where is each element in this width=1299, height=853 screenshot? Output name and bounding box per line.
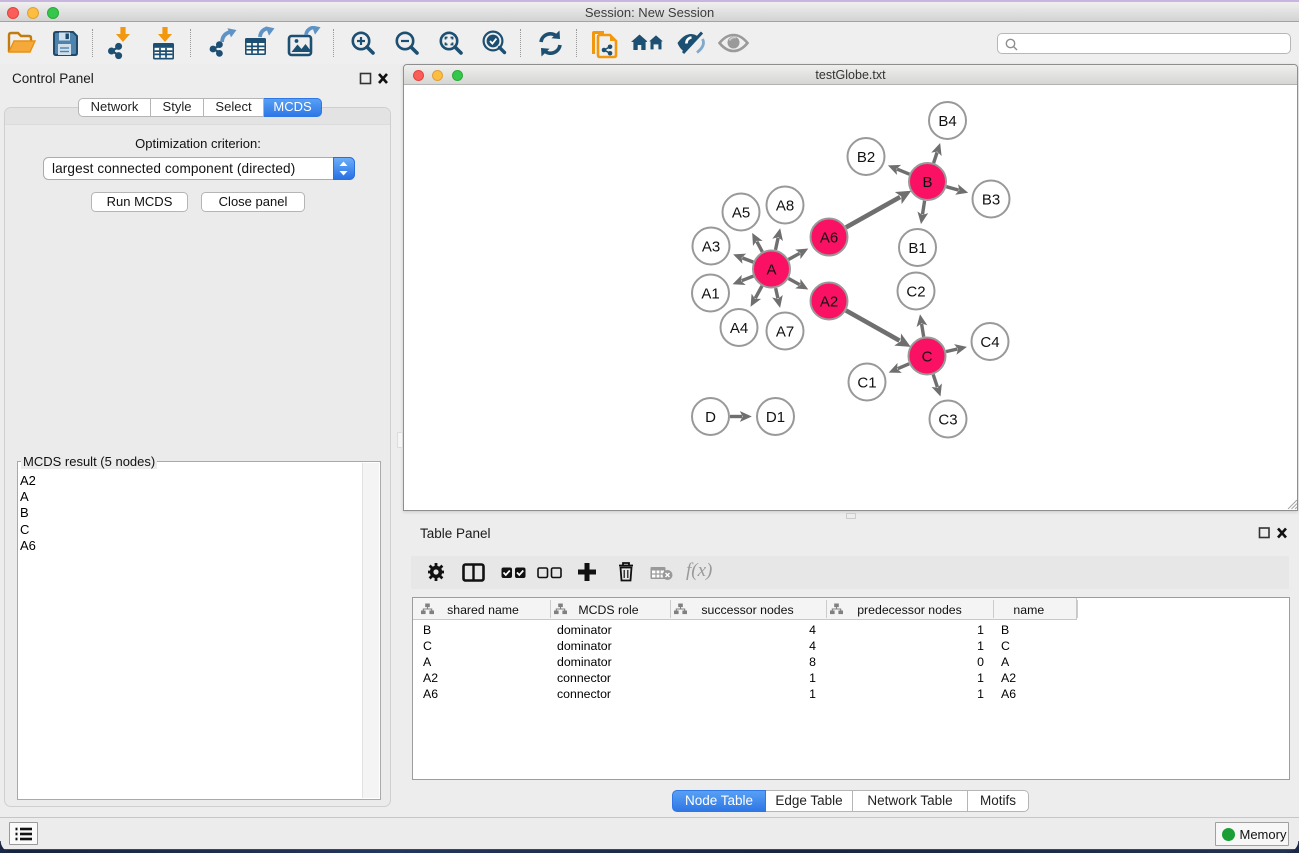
svg-text:D1: D1 bbox=[766, 409, 785, 426]
svg-text:B1: B1 bbox=[908, 240, 926, 257]
svg-text:A5: A5 bbox=[732, 204, 750, 221]
svg-text:C3: C3 bbox=[938, 411, 957, 428]
svg-text:A: A bbox=[766, 261, 776, 278]
svg-text:A2: A2 bbox=[820, 293, 838, 310]
svg-text:B3: B3 bbox=[982, 191, 1000, 208]
svg-text:A7: A7 bbox=[776, 323, 794, 340]
svg-text:B4: B4 bbox=[938, 113, 956, 130]
svg-text:D: D bbox=[705, 409, 716, 426]
svg-text:B: B bbox=[922, 174, 932, 191]
svg-text:C1: C1 bbox=[857, 374, 876, 391]
svg-text:B2: B2 bbox=[857, 149, 875, 166]
svg-text:C: C bbox=[922, 348, 933, 365]
svg-text:A4: A4 bbox=[730, 320, 748, 337]
svg-text:A3: A3 bbox=[702, 238, 720, 255]
svg-text:A1: A1 bbox=[701, 285, 719, 302]
svg-text:A6: A6 bbox=[820, 229, 838, 246]
svg-text:C2: C2 bbox=[906, 283, 925, 300]
svg-text:C4: C4 bbox=[980, 334, 999, 351]
svg-text:A8: A8 bbox=[776, 197, 794, 214]
